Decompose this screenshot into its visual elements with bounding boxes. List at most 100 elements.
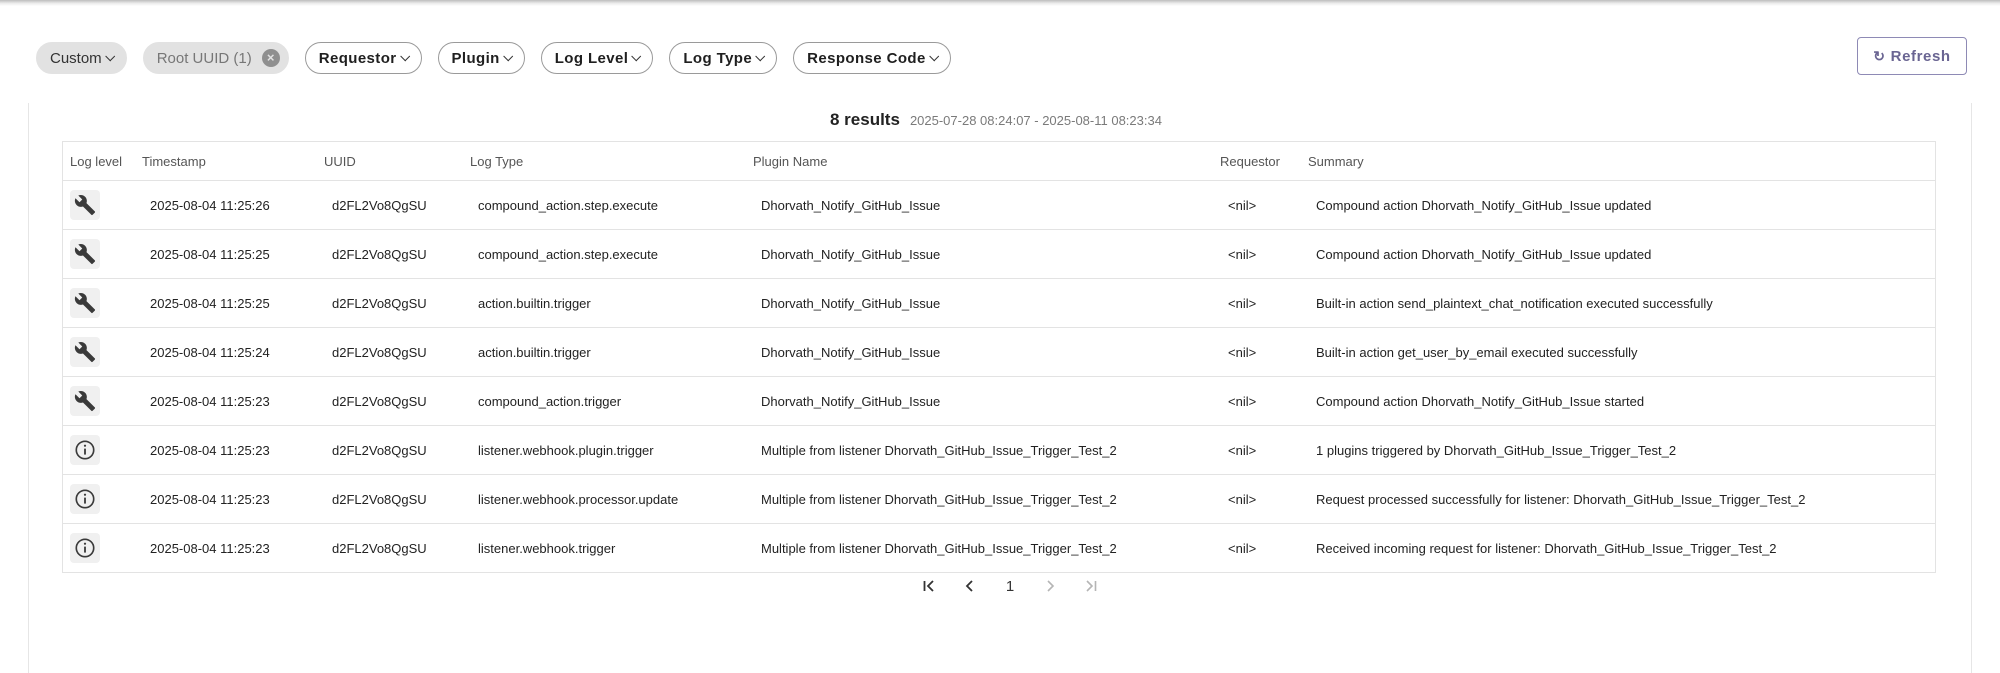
summary-cell: Built-in action send_plaintext_chat_noti… bbox=[1316, 295, 1713, 311]
log-type-filter[interactable]: Log Type bbox=[669, 42, 778, 74]
requestor-cell: <nil> bbox=[1228, 295, 1257, 311]
timestamp-cell: 2025-08-04 11:25:25 bbox=[150, 295, 270, 311]
timestamp-cell: 2025-08-04 11:25:24 bbox=[150, 344, 270, 360]
wrench-icon bbox=[70, 337, 100, 367]
log-level-cell bbox=[63, 190, 142, 220]
response-code-filter-label: Response Code bbox=[807, 49, 926, 67]
log-level-cell bbox=[63, 288, 142, 318]
uuid-cell: d2FL2Vo8QgSU bbox=[332, 295, 427, 311]
header-plugin-name[interactable]: Plugin Name bbox=[753, 154, 1220, 169]
wrench-icon bbox=[70, 386, 100, 416]
pagination: 1 bbox=[910, 575, 1110, 597]
requestor-cell: <nil> bbox=[1228, 491, 1257, 507]
timestamp-cell: 2025-08-04 11:25:23 bbox=[150, 393, 270, 409]
header-log-type[interactable]: Log Type bbox=[470, 154, 753, 169]
timestamp-cell: 2025-08-04 11:25:23 bbox=[150, 442, 270, 458]
previous-page-button[interactable] bbox=[950, 575, 990, 597]
first-page-icon bbox=[923, 580, 934, 592]
response-code-filter[interactable]: Response Code bbox=[793, 42, 951, 74]
refresh-button[interactable]: ↻ Refresh bbox=[1857, 37, 1967, 75]
chevron-left-icon bbox=[965, 580, 973, 592]
uuid-cell: d2FL2Vo8QgSU bbox=[332, 344, 427, 360]
summary-cell: Request processed successfully for liste… bbox=[1316, 491, 1806, 507]
table-row[interactable]: 2025-08-04 11:25:26 d2FL2Vo8QgSU compound_… bbox=[63, 181, 1935, 230]
header-uuid[interactable]: UUID bbox=[324, 154, 470, 169]
log-type-cell: listener.webhook.trigger bbox=[478, 540, 616, 556]
requestor-cell: <nil> bbox=[1228, 393, 1257, 409]
top-shadow bbox=[0, 0, 2000, 6]
log-level-cell bbox=[63, 435, 142, 465]
last-page-button[interactable] bbox=[1070, 575, 1110, 597]
timestamp-cell: 2025-08-04 11:25:26 bbox=[150, 197, 270, 213]
log-level-cell bbox=[63, 533, 142, 563]
plugin-filter[interactable]: Plugin bbox=[437, 42, 525, 74]
table-row[interactable]: 2025-08-04 11:25:25 d2FL2Vo8QgSU action.bu… bbox=[63, 279, 1935, 328]
info-icon bbox=[70, 435, 100, 465]
requestor-cell: <nil> bbox=[1228, 197, 1257, 213]
table-row[interactable]: 2025-08-04 11:25:25 d2FL2Vo8QgSU compound_… bbox=[63, 230, 1935, 279]
timestamp-cell: 2025-08-04 11:25:25 bbox=[150, 246, 270, 262]
log-level-filter[interactable]: Log Level bbox=[540, 42, 654, 74]
requestor-cell: <nil> bbox=[1228, 344, 1257, 360]
uuid-cell: d2FL2Vo8QgSU bbox=[332, 442, 427, 458]
plugin-name-cell: Multiple from listener Dhorvath_GitHub_I… bbox=[761, 540, 1117, 556]
next-page-button[interactable] bbox=[1030, 575, 1070, 597]
requestor-cell: <nil> bbox=[1228, 442, 1257, 458]
refresh-label: Refresh bbox=[1890, 47, 1951, 65]
header-timestamp[interactable]: Timestamp bbox=[142, 154, 324, 169]
custom-date-filter[interactable]: Custom bbox=[36, 42, 127, 74]
table-header: Log level Timestamp UUID Log Type Plugin… bbox=[63, 142, 1935, 181]
info-icon bbox=[70, 484, 100, 514]
summary-cell: Compound action Dhorvath_Notify_GitHub_I… bbox=[1316, 246, 1652, 262]
results-date-range: 2025-07-28 08:24:07 - 2025-08-11 08:23:3… bbox=[909, 113, 1162, 128]
uuid-cell: d2FL2Vo8QgSU bbox=[332, 246, 427, 262]
log-level-cell bbox=[63, 386, 142, 416]
plugin-name-cell: Multiple from listener Dhorvath_GitHub_I… bbox=[761, 442, 1117, 458]
summary-cell: Received incoming request for listener: … bbox=[1316, 540, 1777, 556]
info-icon bbox=[70, 533, 100, 563]
custom-filter-label: Custom bbox=[50, 49, 102, 67]
last-page-icon bbox=[1086, 580, 1097, 592]
table-row[interactable]: 2025-08-04 11:25:23 d2FL2Vo8QgSU listener.… bbox=[63, 426, 1935, 475]
wrench-icon bbox=[70, 190, 100, 220]
first-page-button[interactable] bbox=[910, 575, 950, 597]
uuid-cell: d2FL2Vo8QgSU bbox=[332, 540, 427, 556]
chevron-down-icon bbox=[399, 50, 410, 61]
table-row[interactable]: 2025-08-04 11:25:24 d2FL2Vo8QgSU action.bu… bbox=[63, 328, 1935, 377]
log-type-cell: compound_action.trigger bbox=[478, 393, 622, 409]
wrench-icon bbox=[70, 288, 100, 318]
clear-filter-icon[interactable]: × bbox=[261, 49, 280, 67]
log-type-cell: compound_action.step.execute bbox=[478, 197, 658, 213]
chevron-down-icon bbox=[631, 50, 642, 61]
requestor-cell: <nil> bbox=[1228, 540, 1257, 556]
log-type-cell: listener.webhook.plugin.trigger bbox=[478, 442, 654, 458]
header-log-level[interactable]: Log level bbox=[63, 154, 142, 169]
requestor-filter[interactable]: Requestor bbox=[304, 42, 422, 74]
log-level-filter-label: Log Level bbox=[554, 49, 629, 67]
plugin-name-cell: Dhorvath_Notify_GitHub_Issue bbox=[761, 344, 941, 360]
plugin-name-cell: Dhorvath_Notify_GitHub_Issue bbox=[761, 393, 941, 409]
table-row[interactable]: 2025-08-04 11:25:23 d2FL2Vo8QgSU listener.… bbox=[63, 524, 1935, 573]
chevron-down-icon bbox=[104, 50, 115, 61]
uuid-cell: d2FL2Vo8QgSU bbox=[332, 491, 427, 507]
refresh-icon: ↻ bbox=[1873, 47, 1886, 64]
root-uuid-label: Root UUID (1) bbox=[156, 49, 252, 67]
table-row[interactable]: 2025-08-04 11:25:23 d2FL2Vo8QgSU listener.… bbox=[63, 475, 1935, 524]
table-row[interactable]: 2025-08-04 11:25:23 d2FL2Vo8QgSU compound_… bbox=[63, 377, 1935, 426]
log-type-cell: action.builtin.trigger bbox=[478, 295, 591, 311]
log-level-cell bbox=[63, 337, 142, 367]
log-level-cell bbox=[63, 239, 142, 269]
log-type-cell: compound_action.step.execute bbox=[478, 246, 658, 262]
uuid-cell: d2FL2Vo8QgSU bbox=[332, 393, 427, 409]
chevron-down-icon bbox=[502, 50, 513, 61]
wrench-icon bbox=[70, 239, 100, 269]
page-number-current[interactable]: 1 bbox=[990, 575, 1030, 597]
root-uuid-filter[interactable]: Root UUID (1) × bbox=[142, 42, 289, 74]
results-count: 8 results bbox=[830, 110, 900, 129]
log-type-filter-label: Log Type bbox=[683, 49, 753, 67]
chevron-right-icon bbox=[1047, 580, 1055, 592]
summary-cell: Compound action Dhorvath_Notify_GitHub_I… bbox=[1316, 197, 1652, 213]
plugin-name-cell: Multiple from listener Dhorvath_GitHub_I… bbox=[761, 491, 1117, 507]
header-requestor[interactable]: Requestor bbox=[1220, 154, 1308, 169]
header-summary[interactable]: Summary bbox=[1308, 154, 1935, 169]
